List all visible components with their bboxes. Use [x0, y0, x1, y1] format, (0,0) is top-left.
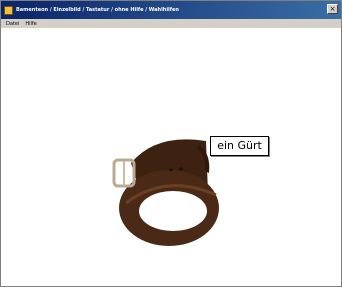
word-label: ein Gürt [210, 136, 269, 156]
close-button[interactable]: × [327, 4, 338, 14]
menu-item-datei[interactable]: Datei [5, 21, 20, 27]
app-window: Bamenteon / Einzelbild / Tastatur / ohne… [0, 0, 342, 287]
belt-image [112, 139, 219, 246]
window-title: Bamenteon / Einzelbild / Tastatur / ohne… [16, 7, 179, 13]
app-icon [4, 5, 13, 15]
window-controls: × [327, 4, 338, 14]
content-area: ein Gürt [1, 28, 341, 286]
menu-item-hilfe[interactable]: Hilfe [24, 21, 37, 27]
title-bar[interactable]: Bamenteon / Einzelbild / Tastatur / ohne… [1, 1, 341, 19]
menu-bar: Datei Hilfe [1, 19, 341, 28]
